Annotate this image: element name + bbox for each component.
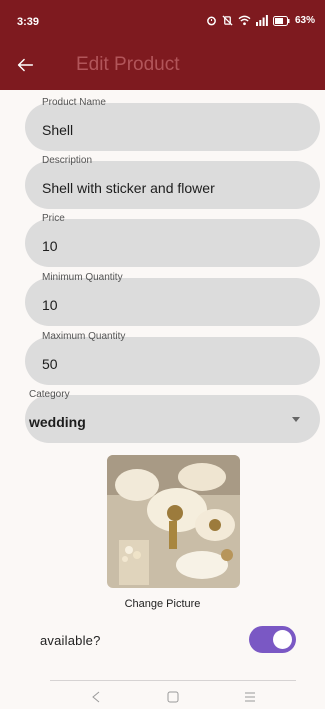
page-title: Edit Product [76, 54, 180, 75]
change-picture-button[interactable]: Change Picture [0, 598, 325, 610]
product-picture[interactable] [107, 455, 240, 588]
max-quantity-value: 50 [42, 356, 58, 372]
category-dropdown[interactable]: Category wedding [25, 389, 320, 443]
battery-icon [272, 15, 290, 26]
description-label: Description [42, 155, 93, 166]
status-bar: 3:39 63% [0, 0, 325, 42]
max-quantity-label: Maximum Quantity [42, 331, 126, 342]
category-label: Category [29, 389, 70, 400]
app-bar: Edit Product [0, 42, 325, 90]
wifi-icon [238, 15, 251, 26]
description-value: Shell with sticker and flower [42, 180, 215, 196]
home-nav-icon[interactable] [165, 689, 181, 705]
toggle-knob [273, 630, 292, 649]
max-quantity-field[interactable]: Maximum Quantity 50 [25, 331, 320, 385]
signal-icon [255, 15, 268, 26]
available-label: available? [40, 633, 101, 648]
category-value: wedding [29, 414, 86, 430]
price-field[interactable]: Price 10 [25, 213, 320, 267]
min-quantity-value: 10 [42, 297, 58, 313]
available-toggle[interactable] [249, 626, 296, 653]
vibrate-off-icon [222, 15, 233, 26]
status-time: 3:39 [17, 16, 40, 28]
price-label: Price [42, 213, 65, 224]
recents-nav-icon[interactable] [242, 689, 258, 705]
system-nav-bar [0, 686, 325, 709]
back-nav-icon[interactable] [88, 689, 104, 705]
alarm-icon [207, 16, 216, 26]
status-icons: 63% [206, 15, 315, 26]
min-quantity-label: Minimum Quantity [42, 272, 123, 283]
arrow-left-icon[interactable] [14, 54, 36, 76]
product-name-field[interactable]: Product Name Shell [25, 97, 320, 151]
product-name-label: Product Name [42, 97, 106, 108]
battery-percent: 63% [294, 15, 315, 26]
product-name-value: Shell [42, 122, 74, 138]
chevron-down-icon [292, 417, 300, 422]
divider [50, 680, 296, 681]
description-field[interactable]: Description Shell with sticker and flowe… [25, 155, 320, 209]
min-quantity-field[interactable]: Minimum Quantity 10 [25, 272, 320, 326]
price-value: 10 [42, 238, 58, 254]
